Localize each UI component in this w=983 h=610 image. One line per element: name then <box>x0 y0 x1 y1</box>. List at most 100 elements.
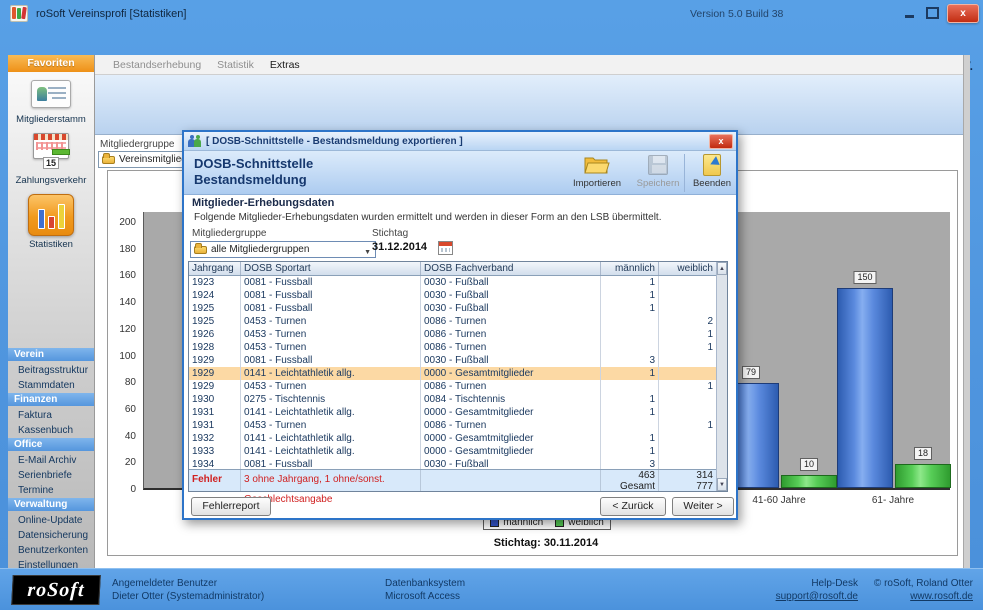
column-header-weiblich[interactable]: weiblich <box>659 262 717 275</box>
table-cell <box>659 367 717 380</box>
weiter-button[interactable]: Weiter > <box>672 497 734 516</box>
table-row[interactable]: 19320141 - Leichtathletik allg.0000 - Ge… <box>189 432 727 445</box>
scrollbar-strip[interactable] <box>963 55 970 568</box>
table-cell: 0275 - Tischtennis <box>241 393 421 406</box>
table-row[interactable]: 19250081 - Fussball0030 - Fußball1 <box>189 302 727 315</box>
table-cell: 0000 - Gesamtmitglieder <box>421 406 601 419</box>
table-cell: 0030 - Fußball <box>421 302 601 315</box>
close-icon: x <box>718 136 723 146</box>
table-row[interactable]: 19290081 - Fussball0030 - Fußball3 <box>189 354 727 367</box>
menu-item-extras[interactable]: Extras <box>270 55 300 75</box>
sidebar-item-faktura[interactable]: Faktura <box>8 408 94 423</box>
sidebar-item-statistiken[interactable]: Statistiken <box>8 194 94 250</box>
menu-item-statistik[interactable]: Statistik <box>217 55 254 75</box>
total-weiblich: 314777 <box>659 470 717 491</box>
scroll-down-arrow[interactable]: ▼ <box>717 478 727 491</box>
section-description: Folgende Mitglieder-Erhebungsdaten wurde… <box>194 212 661 223</box>
website-link[interactable]: www.rosoft.de <box>773 590 973 603</box>
sidebar-section-verwaltung: Verwaltung <box>8 498 94 511</box>
close-icon: x <box>960 8 966 19</box>
table-cell: 0453 - Turnen <box>241 315 421 328</box>
table-cell <box>659 276 717 289</box>
table-cell: 0000 - Gesamtmitglieder <box>421 432 601 445</box>
table-cell: 0030 - Fußball <box>421 354 601 367</box>
sidebar-item-datensicherung[interactable]: Datensicherung <box>8 528 94 543</box>
table-cell: 0030 - Fußball <box>421 276 601 289</box>
sidebar-item-label: Zahlungsverkehr <box>8 175 94 186</box>
table-cell: 1 <box>601 432 659 445</box>
fehlerreport-button[interactable]: Fehlerreport <box>191 497 271 516</box>
scroll-up-arrow[interactable]: ▲ <box>717 262 727 275</box>
folder-icon <box>194 246 207 254</box>
chart-caption: Stichtag: 30.11.2014 <box>446 537 646 549</box>
error-label: Fehler <box>189 470 241 491</box>
y-axis-tick: 80 <box>98 377 136 388</box>
table-row[interactable]: 19310453 - Turnen0086 - Turnen1 <box>189 419 727 432</box>
zurueck-button[interactable]: < Zurück <box>600 497 666 516</box>
column-header-dosb-fachverband[interactable]: DOSB Fachverband <box>421 262 601 275</box>
dialog-close-button[interactable]: x <box>709 134 733 149</box>
table-summary-row: Fehler3 ohne Jahrgang, 1 ohne/sonst. Ges… <box>189 469 717 491</box>
close-window-button[interactable]: x <box>947 4 979 23</box>
table-cell <box>601 328 659 341</box>
minimize-button[interactable] <box>903 7 917 20</box>
menu-item-bestandserhebung[interactable]: Bestandserhebung <box>113 55 201 75</box>
table-cell <box>659 406 717 419</box>
section-title: Mitglieder-Erhebungsdaten <box>192 197 334 209</box>
table-row[interactable]: 19290453 - Turnen0086 - Turnen1 <box>189 380 727 393</box>
sidebar-item-zahlungsverkehr[interactable]: 15Zahlungsverkehr <box>8 133 94 186</box>
table-cell <box>659 302 717 315</box>
sidebar-item-kassenbuch[interactable]: Kassenbuch <box>8 423 94 438</box>
maximize-button[interactable] <box>926 7 939 19</box>
menu-bar: Bestandserhebung Statistik Extras <box>95 55 965 75</box>
table-cell: 1 <box>601 367 659 380</box>
stichtag-date-field[interactable]: 31.12.2014 <box>372 241 427 253</box>
sidebar-item-serienbriefe[interactable]: Serienbriefe <box>8 468 94 483</box>
table-row[interactable]: 19300275 - Tischtennis0084 - Tischtennis… <box>189 393 727 406</box>
table-row[interactable]: 19260453 - Turnen0086 - Turnen1 <box>189 328 727 341</box>
sidebar-item-e-mail-archiv[interactable]: E-Mail Archiv <box>8 453 94 468</box>
table-cell: 0030 - Fußball <box>421 289 601 302</box>
column-header-dosb-sportart[interactable]: DOSB Sportart <box>241 262 421 275</box>
table-row[interactable]: 19290141 - Leichtathletik allg.0000 - Ge… <box>189 367 727 380</box>
column-header-männlich[interactable]: männlich <box>601 262 659 275</box>
table-row[interactable]: 19240081 - Fussball0030 - Fußball1 <box>189 289 727 302</box>
club-bar: ▼ TSV Musterverein e.V. Mitglieder: 308 … <box>0 28 983 55</box>
sidebar-section-verein: Verein <box>8 348 94 361</box>
table-cell: 1 <box>659 341 717 354</box>
calendar-icon[interactable] <box>438 241 453 255</box>
table-cell: 0086 - Turnen <box>421 341 601 354</box>
table-cell: 0453 - Turnen <box>241 419 421 432</box>
exit-icon <box>690 153 734 177</box>
y-axis-tick: 40 <box>98 431 136 442</box>
table-row[interactable]: 19280453 - Turnen0086 - Turnen1 <box>189 341 727 354</box>
column-header-jahrgang[interactable]: Jahrgang <box>189 262 241 275</box>
sidebar-item-beitragsstruktur[interactable]: Beitragsstruktur <box>8 363 94 378</box>
table-scrollbar[interactable]: ▲▼ <box>716 262 727 491</box>
filter-label-mitgliedergruppe: Mitgliedergruppe <box>100 139 175 150</box>
table-cell: 1926 <box>189 328 241 341</box>
table-cell: 1 <box>601 289 659 302</box>
erhebungsdaten-table: JahrgangDOSB SportartDOSB Fachverbandmän… <box>188 261 728 492</box>
dialog-titlebar: [ DOSB-Schnittstelle - Bestandsmeldung e… <box>184 132 736 151</box>
table-row[interactable]: 19330141 - Leichtathletik allg.0000 - Ge… <box>189 445 727 458</box>
table-row[interactable]: 19230081 - Fussball0030 - Fußball1 <box>189 276 727 289</box>
toolbar-separator <box>684 154 685 192</box>
sidebar-item-stammdaten[interactable]: Stammdaten <box>8 378 94 393</box>
table-cell: 0453 - Turnen <box>241 380 421 393</box>
table-cell: 0453 - Turnen <box>241 328 421 341</box>
sidebar-item-mitgliederstamm[interactable]: Mitgliederstamm <box>8 80 94 125</box>
table-row[interactable]: 19250453 - Turnen0086 - Turnen2 <box>189 315 727 328</box>
sidebar-item-online-update[interactable]: Online-Update <box>8 513 94 528</box>
mitgliedergruppe-select[interactable]: alle Mitgliedergruppen ▼ <box>190 241 376 258</box>
beenden-button[interactable]: Beenden <box>690 153 734 189</box>
speichern-button[interactable]: Speichern <box>634 153 682 189</box>
sidebar-item-termine[interactable]: Termine <box>8 483 94 498</box>
bar-value-label: 150 <box>853 271 876 284</box>
importieren-button[interactable]: Importieren <box>567 153 627 189</box>
mitgliedergruppe-label: Mitgliedergruppe <box>192 228 267 239</box>
table-cell: 1 <box>601 276 659 289</box>
sidebar-item-benutzerkonten[interactable]: Benutzerkonten <box>8 543 94 558</box>
table-row[interactable]: 19310141 - Leichtathletik allg.0000 - Ge… <box>189 406 727 419</box>
table-header-row: JahrgangDOSB SportartDOSB Fachverbandmän… <box>189 262 727 276</box>
